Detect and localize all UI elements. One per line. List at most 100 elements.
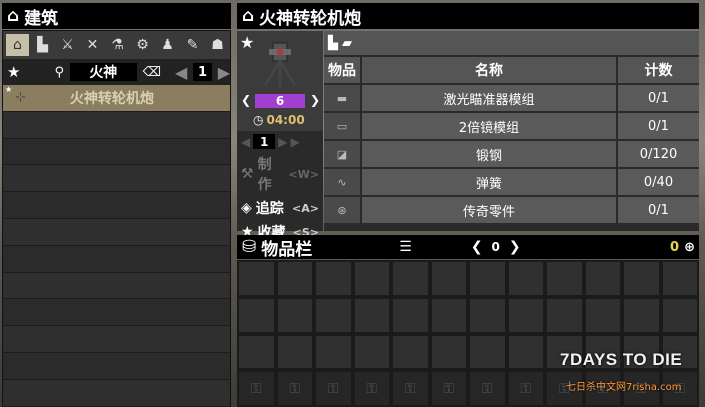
inventory-slot[interactable]	[315, 261, 352, 296]
ingredient-count: 0/40	[618, 169, 699, 195]
category-home-icon[interactable]: ⌂	[6, 34, 29, 56]
inventory-slot[interactable]	[392, 297, 429, 333]
recipe-empty-row	[3, 379, 230, 407]
category-parts-icon[interactable]: ⚙	[131, 34, 154, 56]
count-prev-icon[interactable]: ◀	[241, 135, 250, 149]
sort-icon[interactable]: ☰	[399, 239, 412, 255]
locked-inventory-slot[interactable]: ⚿	[353, 371, 390, 406]
inventory-slot[interactable]	[315, 297, 352, 333]
inventory-slot[interactable]	[276, 297, 313, 333]
locked-slot-icon: ⚿	[674, 380, 686, 397]
inventory-slot[interactable]	[546, 334, 583, 370]
count-next-icon[interactable]: ▶	[278, 135, 287, 149]
clear-search-icon[interactable]: ⌫	[143, 65, 161, 80]
category-food-icon[interactable]: ☗	[206, 34, 229, 56]
count-max-icon[interactable]: ▶	[290, 135, 299, 149]
inventory-slot[interactable]	[353, 334, 390, 370]
inventory-slot[interactable]	[546, 261, 583, 296]
crafting-header: ⌂ 建筑	[2, 3, 231, 29]
quantity-increase-icon[interactable]: ❯	[310, 93, 320, 107]
locked-inventory-slot[interactable]: ⚿	[392, 371, 429, 406]
inventory-slot[interactable]	[623, 261, 660, 296]
locked-inventory-slot[interactable]: ⚿	[507, 371, 544, 406]
favorite-star-icon[interactable]: ★	[240, 33, 254, 52]
inventory-slot[interactable]	[276, 261, 313, 296]
inventory-slot[interactable]	[661, 297, 698, 333]
ingredient-row[interactable]: ▬ 激光瞄准器模组 0/1	[324, 85, 699, 111]
inventory-slot[interactable]	[507, 297, 544, 333]
ingredient-row[interactable]: ▭ 2倍镜模组 0/1	[324, 113, 699, 139]
ingredient-count: 0/1	[618, 85, 699, 111]
building-tab-icon[interactable]: ▙	[328, 36, 338, 51]
inventory-slot[interactable]	[238, 261, 275, 296]
inventory-next-icon[interactable]: ❯	[509, 239, 521, 255]
inventory-slot[interactable]	[623, 297, 660, 333]
inventory-slot[interactable]	[584, 297, 621, 333]
inventory-slot[interactable]	[315, 334, 352, 370]
inventory-slot[interactable]	[238, 297, 275, 333]
locked-inventory-slot[interactable]: ⚿	[238, 371, 275, 406]
inventory-slot[interactable]	[430, 261, 467, 296]
inventory-slot[interactable]	[469, 334, 506, 370]
inventory-prev-icon[interactable]: ❮	[471, 239, 483, 255]
category-clothing-icon[interactable]: ♟	[156, 34, 179, 56]
locked-inventory-slot[interactable]: ⚿	[469, 371, 506, 406]
inventory-slot[interactable]	[661, 334, 698, 370]
inventory-page: 0	[491, 240, 500, 254]
item-preview: ★ ❮ 6 ❯ ◷ 04:00	[237, 31, 323, 131]
inventory-slot[interactable]	[469, 261, 506, 296]
inventory-grid: ⚿ ⚿ ⚿ ⚿ ⚿ ⚿ ⚿ ⚿ ⚿ ⚿ ⚿ ⚿	[237, 260, 699, 407]
inventory-slot[interactable]	[661, 261, 698, 296]
ingredient-name: 锻钢	[362, 141, 616, 167]
category-science-icon[interactable]: ⚗	[106, 34, 129, 56]
inventory-slot[interactable]	[353, 297, 390, 333]
quantity-decrease-icon[interactable]: ❮	[241, 93, 251, 107]
book-tab-icon[interactable]: ▰	[342, 36, 352, 51]
inventory-slot[interactable]	[623, 334, 660, 370]
category-tabs: ⌂ ▙ ⚔ ✕ ⚗ ⚙ ♟ ✎ ☗	[3, 31, 230, 59]
track-button[interactable]: ◈ 追踪 <A>	[237, 196, 323, 220]
inventory-slot[interactable]	[430, 334, 467, 370]
locked-inventory-slot[interactable]: ⚿	[546, 371, 583, 406]
crafting-title: 建筑	[24, 8, 59, 29]
inventory-slot[interactable]	[584, 261, 621, 296]
locked-inventory-slot[interactable]: ⚿	[430, 371, 467, 406]
inventory-slot[interactable]	[276, 334, 313, 370]
category-medical-icon[interactable]: ✎	[181, 34, 204, 56]
inventory-slot[interactable]	[238, 334, 275, 370]
favorite-filter-icon[interactable]: ★	[7, 63, 20, 81]
category-building-icon[interactable]: ▙	[31, 34, 54, 56]
ingredient-row[interactable]: ∿ 弹簧 0/40	[324, 169, 699, 195]
prev-page-icon[interactable]: ◀	[175, 63, 187, 82]
inventory-slot[interactable]	[469, 297, 506, 333]
recipe-item[interactable]: ★ ⊹ 火神转轮机炮	[3, 85, 230, 112]
ingredient-row[interactable]: ⊛ 传奇零件 0/1	[324, 197, 699, 223]
craft-button[interactable]: ⚒ 制作 <W>	[237, 152, 323, 196]
inventory-slot[interactable]	[507, 334, 544, 370]
forged-steel-icon: ◪	[324, 141, 360, 167]
inventory-slot[interactable]	[546, 297, 583, 333]
inventory-slot[interactable]	[392, 334, 429, 370]
locked-inventory-slot[interactable]: ⚿	[661, 371, 698, 406]
inventory-slot[interactable]	[353, 261, 390, 296]
inventory-slot[interactable]	[507, 261, 544, 296]
count-field[interactable]: 1	[253, 134, 276, 149]
locked-slot-icon: ⚿	[327, 380, 339, 397]
next-page-icon[interactable]: ▶	[218, 63, 230, 82]
ingredient-name: 激光瞄准器模组	[362, 85, 616, 111]
inventory-slot[interactable]	[430, 297, 467, 333]
ingredient-row[interactable]: ◪ 锻钢 0/120	[324, 141, 699, 167]
category-melee-icon[interactable]: ⚔	[56, 34, 79, 56]
locked-inventory-slot[interactable]: ⚿	[276, 371, 313, 406]
turret-icon: ⊹	[15, 90, 26, 106]
inventory-slot[interactable]	[584, 334, 621, 370]
locked-inventory-slot[interactable]: ⚿	[623, 371, 660, 406]
search-input[interactable]: 火神	[69, 63, 137, 81]
category-tools-icon[interactable]: ✕	[81, 34, 104, 56]
locked-inventory-slot[interactable]: ⚿	[584, 371, 621, 406]
inventory-slot[interactable]	[392, 261, 429, 296]
backpack-icon: ⛁	[242, 237, 257, 257]
coin-icon: ⊕	[684, 239, 695, 255]
locked-slot-icon: ⚿	[481, 380, 493, 397]
locked-inventory-slot[interactable]: ⚿	[315, 371, 352, 406]
